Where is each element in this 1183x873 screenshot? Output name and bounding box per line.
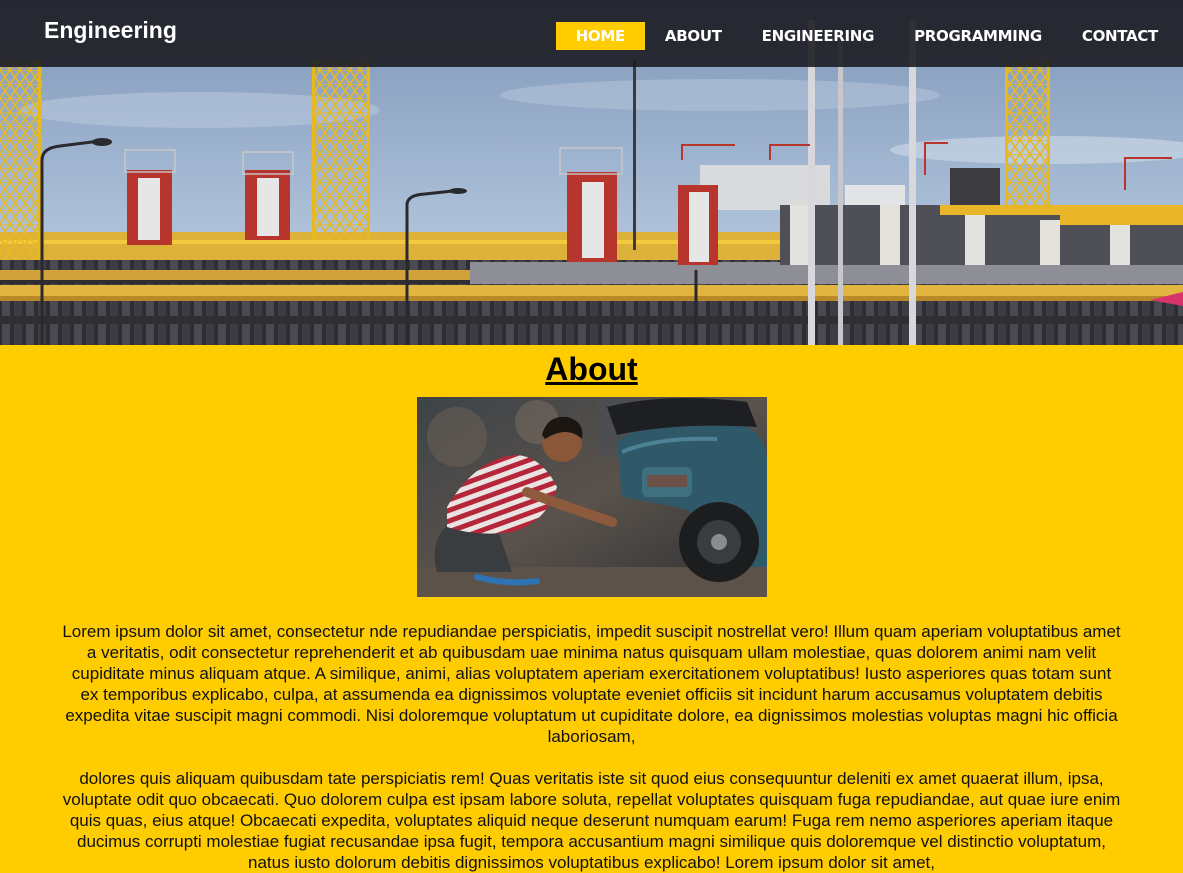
nav-engineering[interactable]: ENGINEERING [742,22,894,50]
about-paragraph-1: Lorem ipsum dolor sit amet, consectetur … [62,622,1121,746]
nav-home[interactable]: HOME [555,22,645,50]
nav-programming[interactable]: PROGRAMMING [894,22,1062,50]
about-title: About [545,351,638,387]
nav-about[interactable]: ABOUT [645,22,742,50]
about-image [416,397,767,597]
nav-menu: HOME ABOUT ENGINEERING PROGRAMMING CONTA… [555,22,1178,50]
about-section: About Lorem ipsum dolor sit amet, consec… [0,345,1183,873]
brand-logo[interactable]: Engineering [44,17,177,44]
about-paragraph-2: dolores quis aliquam quibusdam tate pers… [62,769,1121,872]
navbar: Engineering HOME ABOUT ENGINEERING PROGR… [0,0,1183,67]
nav-contact[interactable]: CONTACT [1062,22,1178,50]
